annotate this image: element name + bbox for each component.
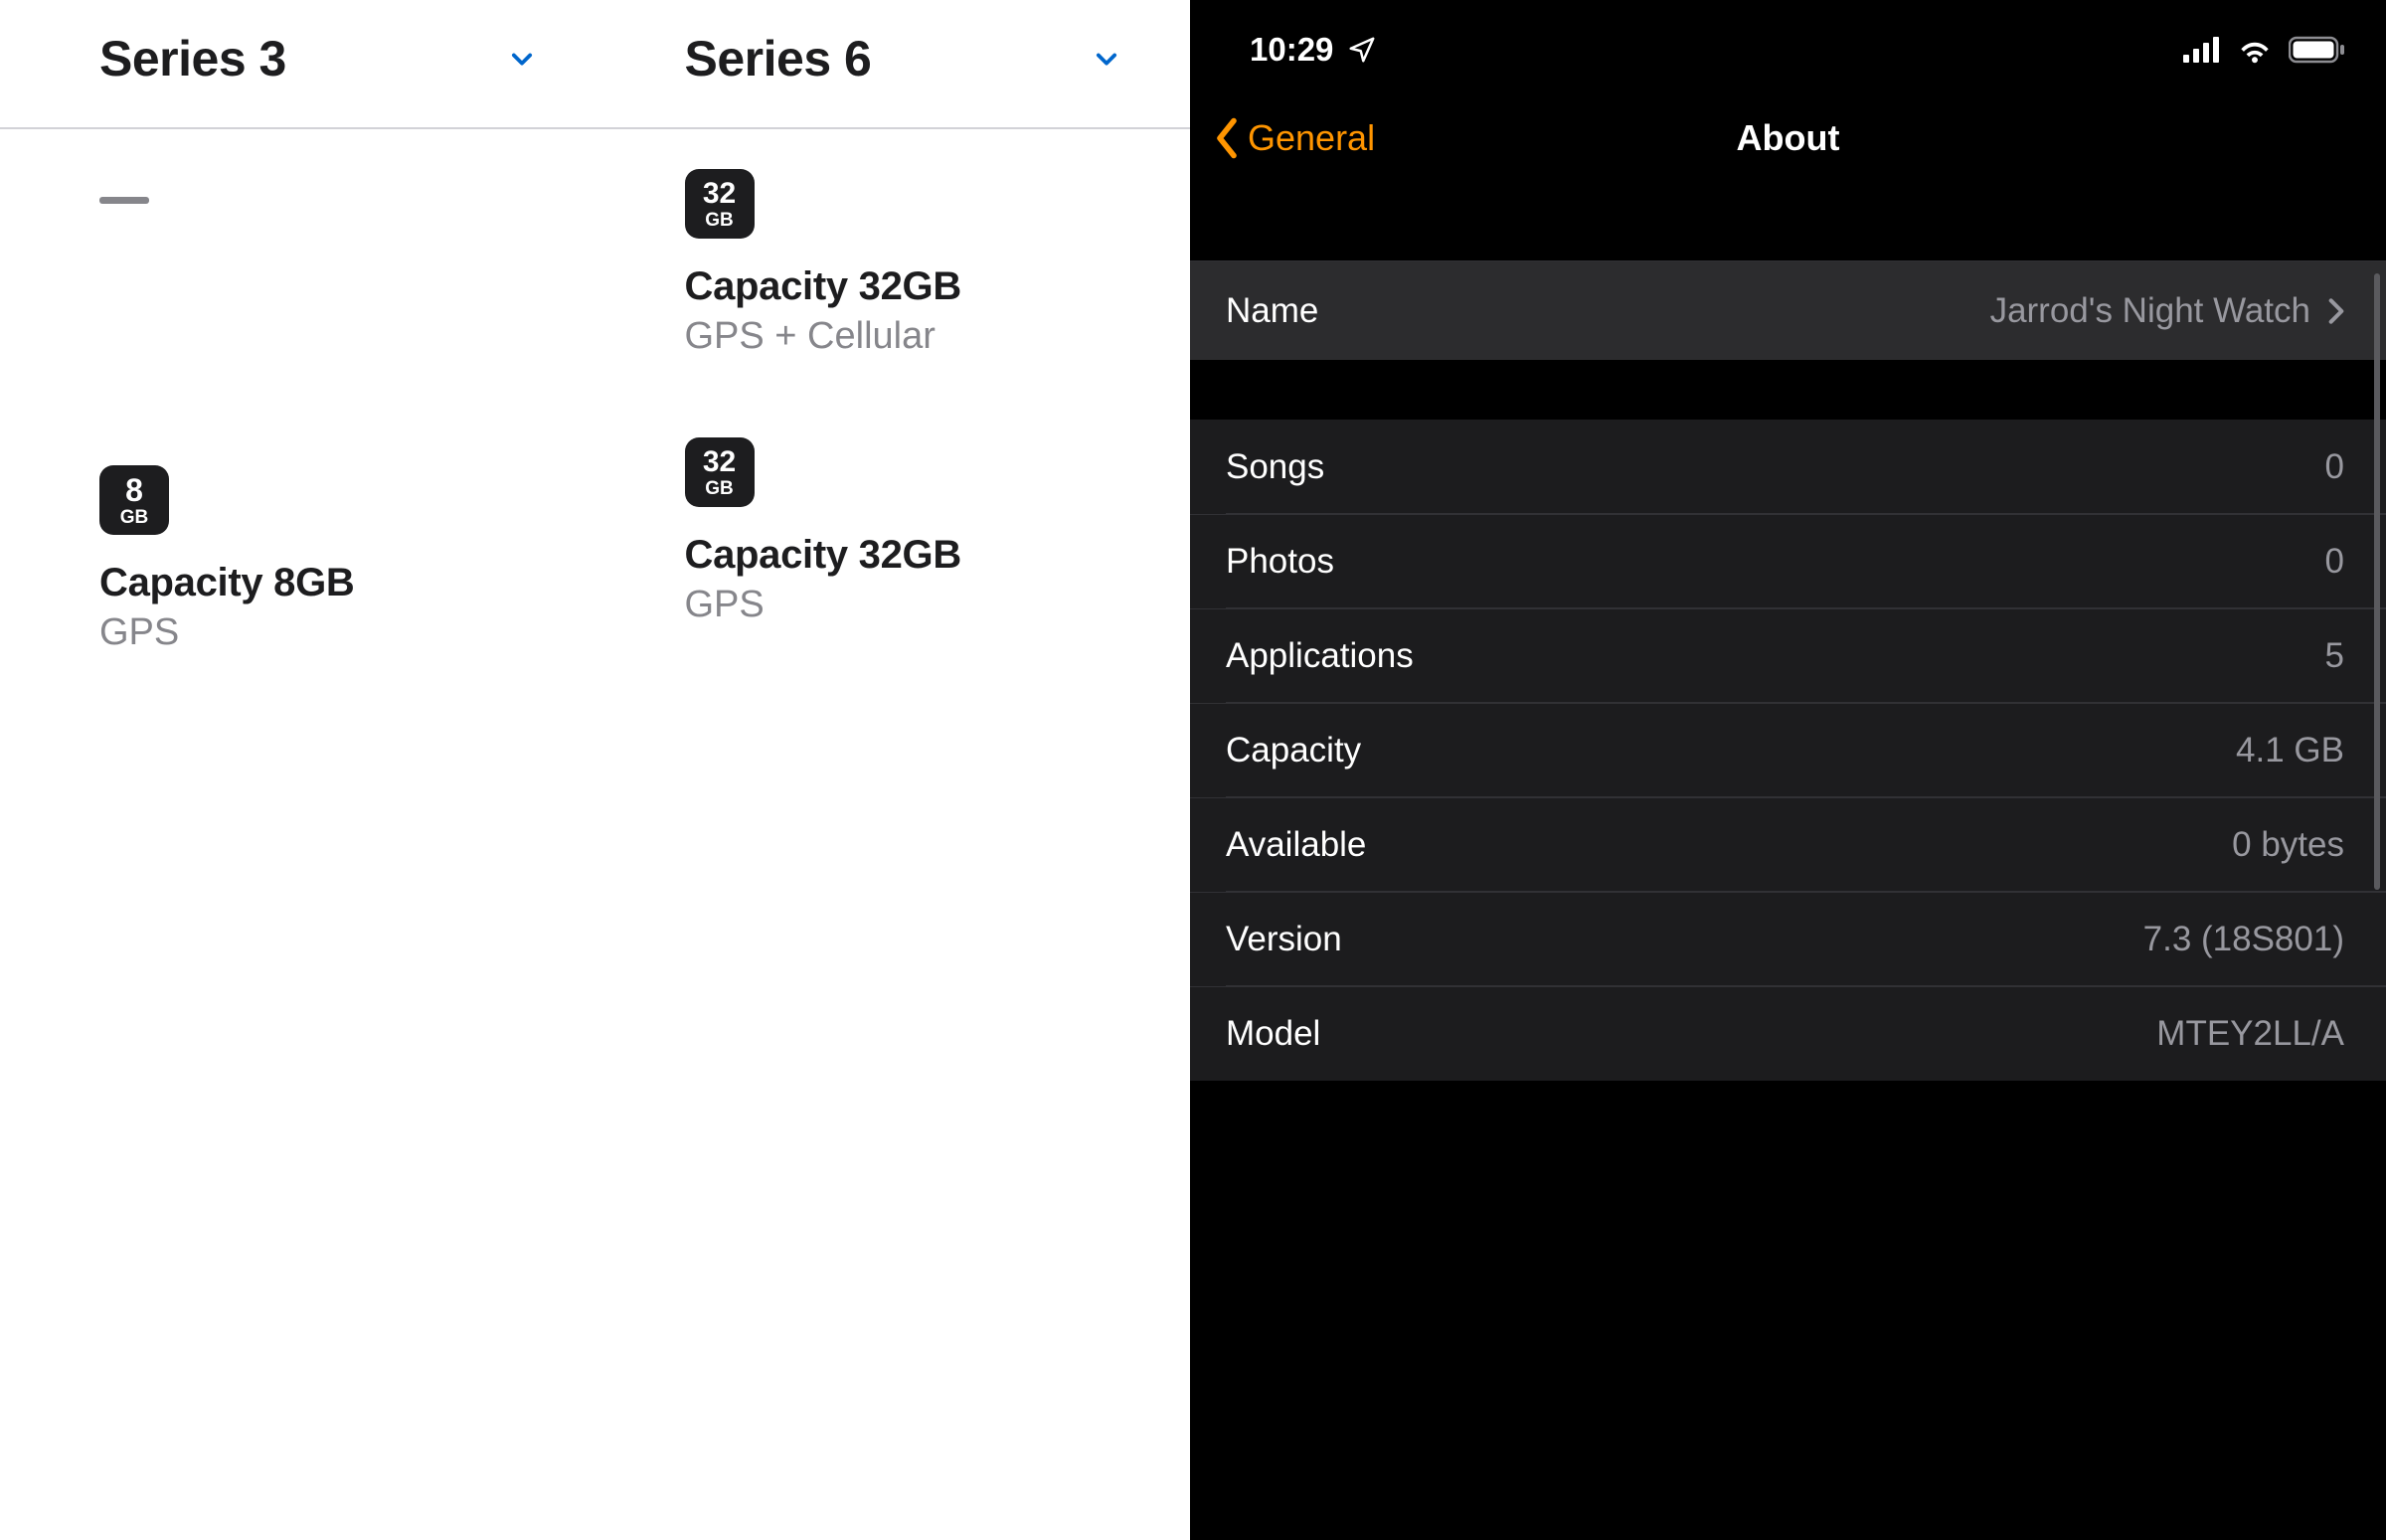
page-title: About <box>1737 117 1840 159</box>
available-row: Available 0 bytes <box>1190 797 2386 892</box>
capacity-num: 32 <box>703 179 736 209</box>
capacity-row: Capacity 4.1 GB <box>1190 703 2386 797</box>
compare-body: 8 GB Capacity 8GB GPS 32 GB Capacity 32G… <box>0 129 1190 714</box>
capacity-unit: GB <box>705 479 734 498</box>
section-gap <box>1190 201 2386 260</box>
spec-item: 8 GB Capacity 8GB GPS <box>99 465 536 654</box>
cell-label: Available <box>1226 825 1366 865</box>
spec-placeholder <box>99 197 536 406</box>
compare-select-series6[interactable]: Series 6 <box>596 0 1181 127</box>
cell-value: Jarrod's Night Watch <box>1990 291 2344 331</box>
back-button[interactable]: General <box>1214 117 1375 159</box>
spec-sub: GPS <box>99 611 536 654</box>
name-row[interactable]: Name Jarrod's Night Watch <box>1190 260 2386 360</box>
scroll-indicator[interactable] <box>2374 273 2380 890</box>
songs-row: Songs 0 <box>1190 420 2386 514</box>
cell-label: Name <box>1226 291 1318 331</box>
cell-label: Version <box>1226 920 1342 959</box>
chevron-right-icon <box>2328 297 2344 325</box>
compare-col-title: Series 3 <box>99 30 286 87</box>
capacity-icon: 8 GB <box>99 465 169 535</box>
chevron-down-icon <box>508 45 536 73</box>
cell-value: MTEY2LL/A <box>2156 1014 2344 1054</box>
status-left: 10:29 <box>1250 31 1377 69</box>
section-gap <box>1190 360 2386 420</box>
cell-value: 7.3 (18S801) <box>2143 920 2344 959</box>
dash-icon <box>99 197 149 204</box>
cell-label: Songs <box>1226 447 1324 487</box>
cell-label: Capacity <box>1226 731 1361 770</box>
spec-item: 32 GB Capacity 32GB GPS <box>685 437 1121 626</box>
back-label: General <box>1248 117 1375 159</box>
compare-panel: Series 3 Series 6 8 GB Capacity 8GB <box>0 0 1190 1540</box>
capacity-num: 8 <box>125 474 143 506</box>
about-sections: Name Jarrod's Night Watch Songs 0 Photos… <box>1190 185 2386 1081</box>
version-row: Version 7.3 (18S801) <box>1190 892 2386 986</box>
spec-item: 32 GB Capacity 32GB GPS + Cellular <box>685 169 1121 378</box>
chevron-down-icon <box>1093 45 1120 73</box>
model-row: Model MTEY2LL/A <box>1190 986 2386 1081</box>
compare-column: 32 GB Capacity 32GB GPS + Cellular 32 GB… <box>596 169 1181 714</box>
status-time: 10:29 <box>1250 31 1333 69</box>
capacity-num: 32 <box>703 447 736 477</box>
compare-select-series3[interactable]: Series 3 <box>10 0 596 127</box>
settings-about-screen: 10:29 General About Name <box>1190 0 2386 1540</box>
status-bar: 10:29 <box>1190 0 2386 91</box>
status-right <box>2183 36 2346 64</box>
spec-sub: GPS + Cellular <box>685 315 1121 358</box>
spec-title: Capacity 32GB <box>685 264 1121 309</box>
capacity-icon: 32 GB <box>685 169 755 239</box>
cell-value: 4.1 GB <box>2236 731 2344 770</box>
spec-sub: GPS <box>685 584 1121 626</box>
cell-label: Applications <box>1226 636 1414 676</box>
applications-row: Applications 5 <box>1190 608 2386 703</box>
nav-bar: General About <box>1190 91 2386 185</box>
cellular-icon <box>2183 37 2221 63</box>
cell-value: 0 <box>2325 447 2344 487</box>
compare-header: Series 3 Series 6 <box>0 0 1190 129</box>
photos-row: Photos 0 <box>1190 514 2386 608</box>
cell-label: Photos <box>1226 542 1334 582</box>
compare-column: 8 GB Capacity 8GB GPS <box>10 169 596 714</box>
capacity-unit: GB <box>120 508 149 527</box>
cell-value: 0 <box>2325 542 2344 582</box>
cell-value: 5 <box>2325 636 2344 676</box>
battery-icon <box>2289 36 2346 64</box>
cell-value: 0 bytes <box>2232 825 2344 865</box>
cell-label: Model <box>1226 1014 1320 1054</box>
compare-col-title: Series 6 <box>685 30 872 87</box>
name-value: Jarrod's Night Watch <box>1990 291 2310 331</box>
location-icon <box>1347 35 1377 65</box>
capacity-unit: GB <box>705 211 734 230</box>
info-section: Songs 0 Photos 0 Applications 5 Capacity… <box>1190 420 2386 1081</box>
spec-title: Capacity 8GB <box>99 561 536 605</box>
capacity-icon: 32 GB <box>685 437 755 507</box>
wifi-icon <box>2235 36 2275 64</box>
spec-title: Capacity 32GB <box>685 533 1121 578</box>
